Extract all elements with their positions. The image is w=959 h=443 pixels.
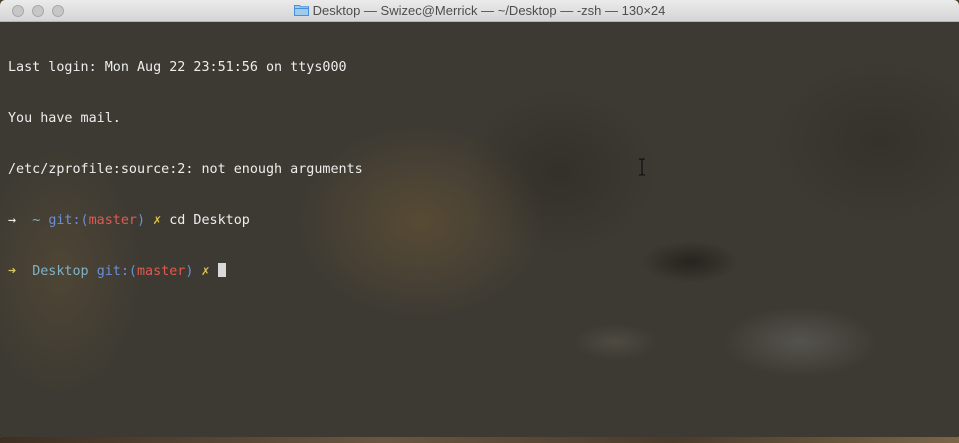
zprofile-error-line: /etc/zprofile:source:2: not enough argum… <box>8 162 363 177</box>
window-title-container: Desktop — Swizec@Merrick — ~/Desktop — -… <box>0 3 959 19</box>
git-suffix: ) <box>185 264 194 279</box>
git-branch: master <box>137 264 186 279</box>
prompt-dir: Desktop <box>32 264 89 279</box>
git-prefix: git:( <box>48 213 89 228</box>
dirty-mark: ✗ <box>153 213 162 228</box>
git-prefix: git:( <box>96 264 137 279</box>
git-suffix: ) <box>137 213 146 228</box>
text-cursor <box>217 263 226 277</box>
title-bar[interactable]: Desktop — Swizec@Merrick — ~/Desktop — -… <box>0 0 959 22</box>
git-branch: master <box>88 213 137 228</box>
desktop-background-strip <box>0 437 959 443</box>
terminal-window: Desktop — Swizec@Merrick — ~/Desktop — -… <box>0 0 959 437</box>
ibeam-cursor-icon <box>639 158 645 176</box>
prompt-dir: ~ <box>32 213 41 228</box>
prompt-line-2: ➜ Desktop git:(master) ✗ <box>8 263 363 280</box>
prompt-arrow-icon: → <box>8 213 17 228</box>
terminal-content[interactable]: Last login: Mon Aug 22 23:51:56 on ttys0… <box>0 22 959 437</box>
mail-line: You have mail. <box>8 111 121 126</box>
prompt-line-1: → ~ git:(master) ✗ cd Desktop <box>8 212 363 229</box>
dirty-mark: ✗ <box>201 264 210 279</box>
terminal-output: Last login: Mon Aug 22 23:51:56 on ttys0… <box>8 25 363 314</box>
folder-icon <box>293 5 309 16</box>
window-title: Desktop — Swizec@Merrick — ~/Desktop — -… <box>312 3 666 18</box>
typed-command: cd Desktop <box>169 213 250 228</box>
last-login-line: Last login: Mon Aug 22 23:51:56 on ttys0… <box>8 60 347 75</box>
prompt-arrow-icon: ➜ <box>8 264 17 279</box>
